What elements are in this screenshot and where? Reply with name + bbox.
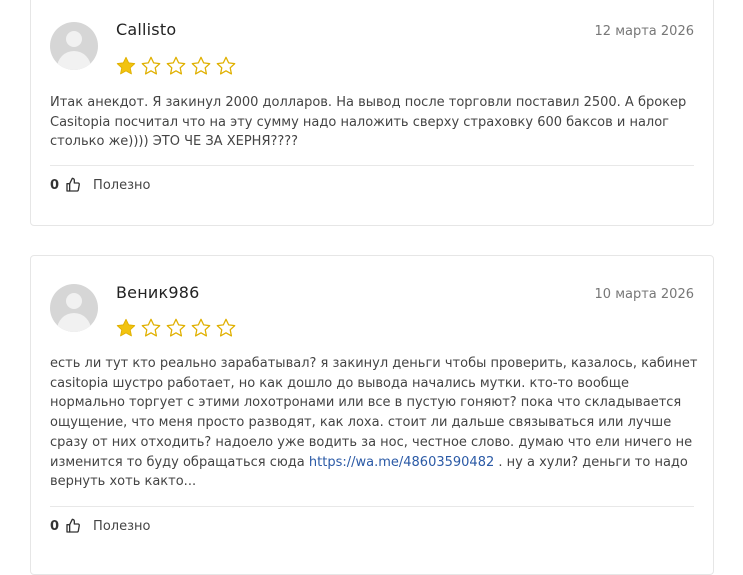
helpful-section: 0 Полезно: [50, 518, 150, 534]
thumbs-up-icon[interactable]: [65, 177, 81, 193]
star-empty-icon: [166, 318, 186, 337]
user-placeholder-icon: [66, 293, 82, 309]
review-author: Callisto: [116, 20, 177, 39]
star-filled-icon: [116, 318, 136, 337]
review-date: 12 марта 2026: [594, 24, 694, 39]
star-empty-icon: [216, 318, 236, 337]
review-text: Итак анекдот. Я закинул 2000 долларов. Н…: [50, 95, 687, 150]
review-text: есть ли тут кто реально зарабатывал? я з…: [50, 356, 698, 490]
helpful-count: 0: [50, 177, 60, 193]
star-empty-icon: [141, 318, 161, 337]
rating-stars: [115, 317, 237, 339]
helpful-count: 0: [50, 518, 60, 534]
star-empty-icon: [166, 56, 186, 75]
star-empty-icon: [141, 56, 161, 75]
star-empty-icon: [216, 56, 236, 75]
helpful-section: 0 Полезно: [50, 177, 150, 193]
review-author: Веник986: [116, 283, 200, 302]
divider: [50, 165, 694, 166]
divider: [50, 506, 694, 507]
avatar: [50, 284, 98, 332]
helpful-button[interactable]: Полезно: [93, 178, 150, 193]
whatsapp-link[interactable]: https://wa.me/48603590482: [309, 455, 494, 470]
rating-stars: [115, 55, 237, 77]
user-placeholder-icon: [66, 31, 82, 47]
helpful-button[interactable]: Полезно: [93, 519, 150, 534]
review-card: Callisto 12 марта 2026 Итак анекдот. Я з…: [30, 0, 714, 226]
thumbs-up-icon[interactable]: [65, 518, 81, 534]
star-filled-icon: [116, 56, 136, 75]
avatar: [50, 22, 98, 70]
review-card: Веник986 10 марта 2026 есть ли тут кто р…: [30, 255, 714, 575]
review-date: 10 марта 2026: [594, 287, 694, 302]
star-empty-icon: [191, 318, 211, 337]
star-empty-icon: [191, 56, 211, 75]
